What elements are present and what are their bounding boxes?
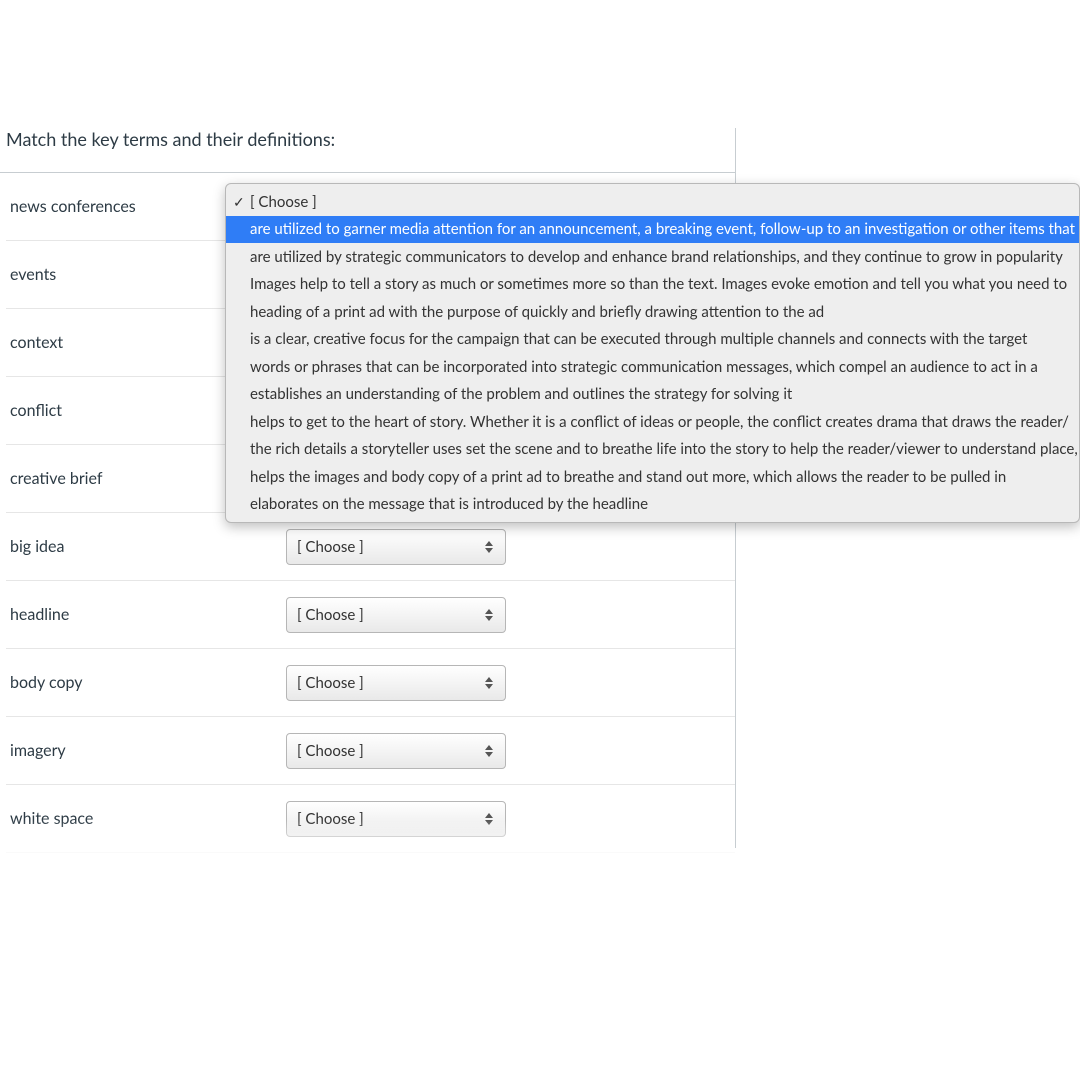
term-label: imagery — [6, 741, 286, 760]
dropdown-option-label: are utilized to garner media attention f… — [250, 220, 1075, 238]
question-title: Match the key terms and their definition… — [0, 128, 735, 172]
choose-select[interactable]: [ Choose ] — [286, 665, 506, 701]
dropdown-option-label: Images help to tell a story as much or s… — [250, 275, 1067, 293]
updown-icon — [485, 608, 495, 622]
choose-select-value: [ Choose ] — [297, 810, 364, 828]
choose-select[interactable]: [ Choose ] — [286, 733, 506, 769]
dropdown-option[interactable]: is a clear, creative focus for the campa… — [226, 326, 1079, 354]
term-label: big idea — [6, 537, 286, 556]
dropdown-option-label: establishes an understanding of the prob… — [250, 385, 792, 403]
term-label: body copy — [6, 673, 286, 692]
choose-select-value: [ Choose ] — [297, 674, 364, 692]
dropdown-option[interactable]: are utilized to garner media attention f… — [226, 216, 1079, 244]
dropdown-option-label: elaborates on the message that is introd… — [250, 495, 648, 513]
dropdown-option[interactable]: are utilized by strategic communicators … — [226, 243, 1079, 271]
dropdown-option[interactable]: helps to get to the heart of story. Whet… — [226, 408, 1079, 436]
dropdown-option[interactable]: Images help to tell a story as much or s… — [226, 271, 1079, 299]
dropdown-option-label: [ Choose ] — [250, 193, 317, 211]
check-icon: ✓ — [233, 191, 245, 212]
dropdown-option-label: the rich details a storyteller uses set … — [250, 440, 1078, 458]
dropdown-option[interactable]: heading of a print ad with the purpose o… — [226, 298, 1079, 326]
dropdown-option-label: helps the images and body copy of a prin… — [250, 468, 1006, 486]
match-row: headline [ Choose ] — [6, 581, 735, 649]
choose-select-value: [ Choose ] — [297, 742, 364, 760]
match-row: big idea [ Choose ] — [6, 513, 735, 581]
dropdown-option[interactable]: establishes an understanding of the prob… — [226, 381, 1079, 409]
choose-dropdown[interactable]: ✓ [ Choose ] are utilized to garner media … — [225, 183, 1080, 523]
updown-icon — [485, 812, 495, 826]
choose-select-value: [ Choose ] — [297, 538, 364, 556]
dropdown-option-label: are utilized by strategic communicators … — [250, 248, 1063, 266]
dropdown-option-label: heading of a print ad with the purpose o… — [250, 303, 824, 321]
choose-select-value: [ Choose ] — [297, 606, 364, 624]
choose-select[interactable]: [ Choose ] — [286, 529, 506, 565]
dropdown-option-label: helps to get to the heart of story. Whet… — [250, 413, 1069, 431]
dropdown-option[interactable]: elaborates on the message that is introd… — [226, 491, 1079, 519]
match-row: white space [ Choose ] — [6, 785, 735, 853]
choose-select[interactable]: [ Choose ] — [286, 801, 506, 837]
dropdown-option-label: is a clear, creative focus for the campa… — [250, 330, 1027, 348]
choose-select[interactable]: [ Choose ] — [286, 597, 506, 633]
term-label: white space — [6, 809, 286, 828]
dropdown-option-label: words or phrases that can be incorporate… — [250, 358, 1038, 376]
updown-icon — [485, 540, 495, 554]
dropdown-option[interactable]: words or phrases that can be incorporate… — [226, 353, 1079, 381]
match-row: body copy [ Choose ] — [6, 649, 735, 717]
updown-icon — [485, 744, 495, 758]
updown-icon — [485, 676, 495, 690]
match-row: imagery [ Choose ] — [6, 717, 735, 785]
dropdown-option[interactable]: helps the images and body copy of a prin… — [226, 463, 1079, 491]
term-label: headline — [6, 605, 286, 624]
dropdown-option[interactable]: ✓ [ Choose ] — [226, 188, 1079, 216]
dropdown-option[interactable]: the rich details a storyteller uses set … — [226, 436, 1079, 464]
